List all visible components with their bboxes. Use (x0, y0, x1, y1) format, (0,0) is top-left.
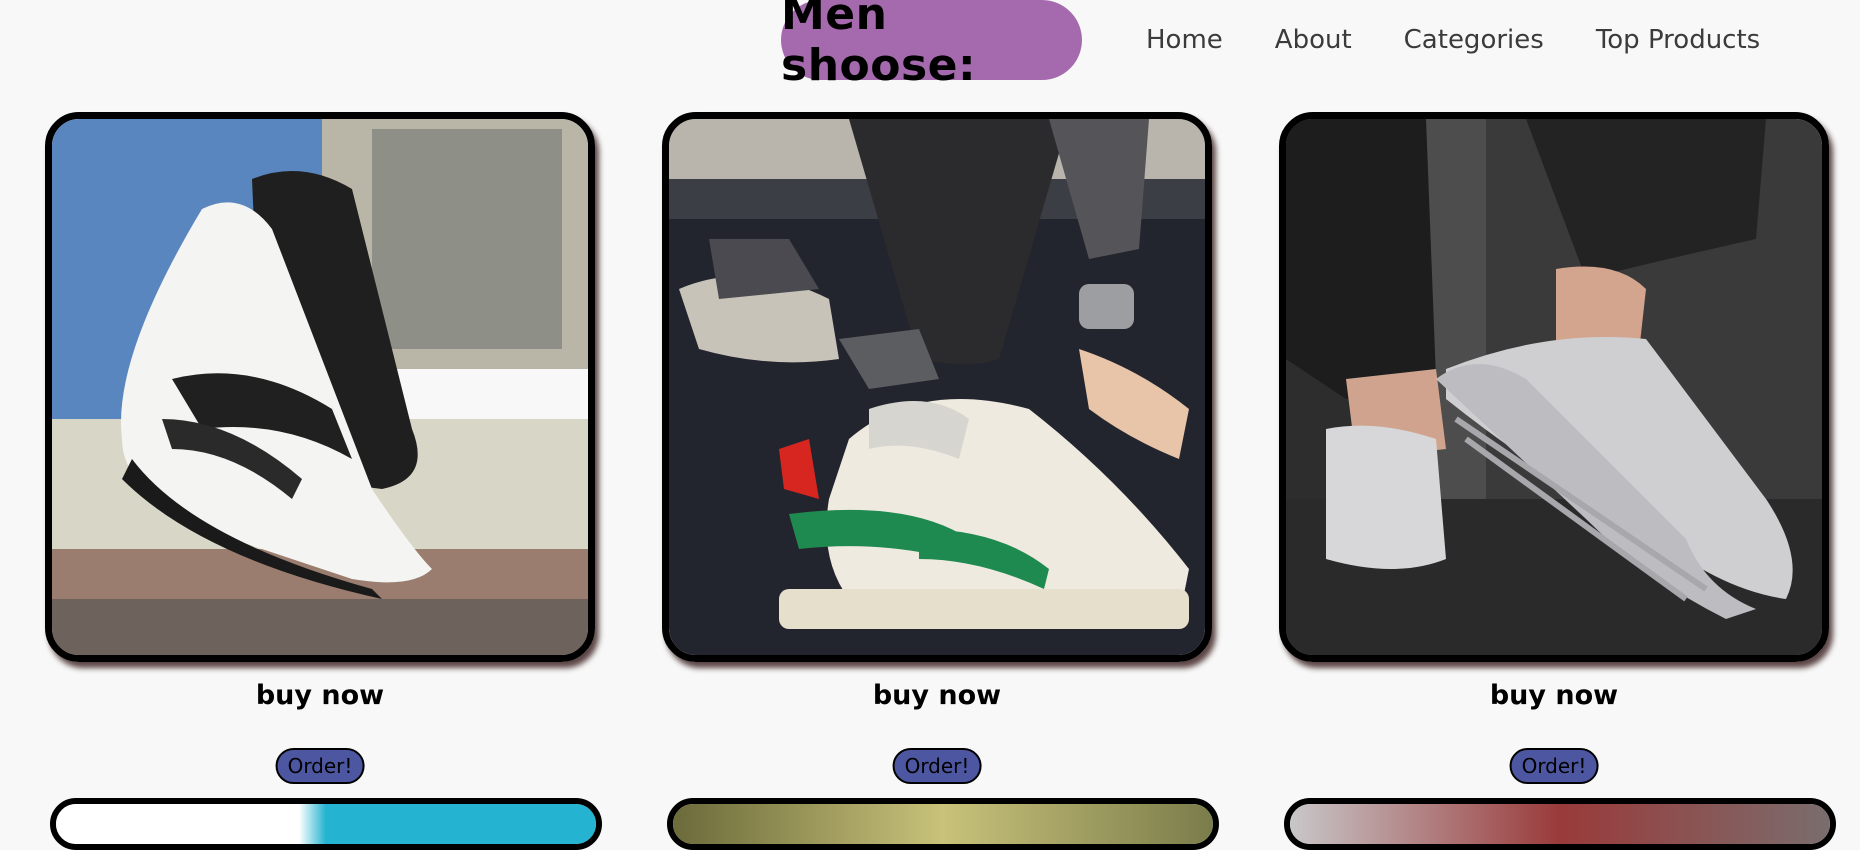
product-image (1286, 119, 1822, 655)
product-caption: buy now (872, 680, 1002, 711)
product-image-frame-row2 (1284, 798, 1836, 850)
main-nav: Home About Categories Top Products (1146, 20, 1760, 60)
product-image (673, 804, 1213, 844)
nav-categories[interactable]: Categories (1404, 20, 1544, 60)
product-image (56, 804, 596, 844)
order-button[interactable]: Order! (1509, 748, 1599, 784)
product-caption: buy now (255, 680, 385, 711)
nav-about[interactable]: About (1275, 20, 1352, 60)
product-image (52, 119, 588, 655)
product-image-frame-row2 (667, 798, 1219, 850)
product-caption: buy now (1489, 680, 1619, 711)
order-button[interactable]: Order! (275, 748, 365, 784)
nav-home[interactable]: Home (1146, 20, 1223, 60)
product-image (669, 119, 1205, 655)
product-card: buy now Order! (1279, 112, 1829, 784)
product-image-frame (662, 112, 1212, 662)
site-header: Men shoose: Home About Categories Top Pr… (0, 0, 1860, 91)
product-image (1290, 804, 1830, 844)
product-image-frame-row2 (50, 798, 602, 850)
product-image-frame (1279, 112, 1829, 662)
order-button[interactable]: Order! (892, 748, 982, 784)
nav-top-products[interactable]: Top Products (1596, 20, 1760, 60)
brand-title: Men shoose: (781, 0, 1082, 91)
product-image-frame (45, 112, 595, 662)
product-card: buy now Order! (45, 112, 595, 784)
product-card: buy now Order! (662, 112, 1212, 784)
